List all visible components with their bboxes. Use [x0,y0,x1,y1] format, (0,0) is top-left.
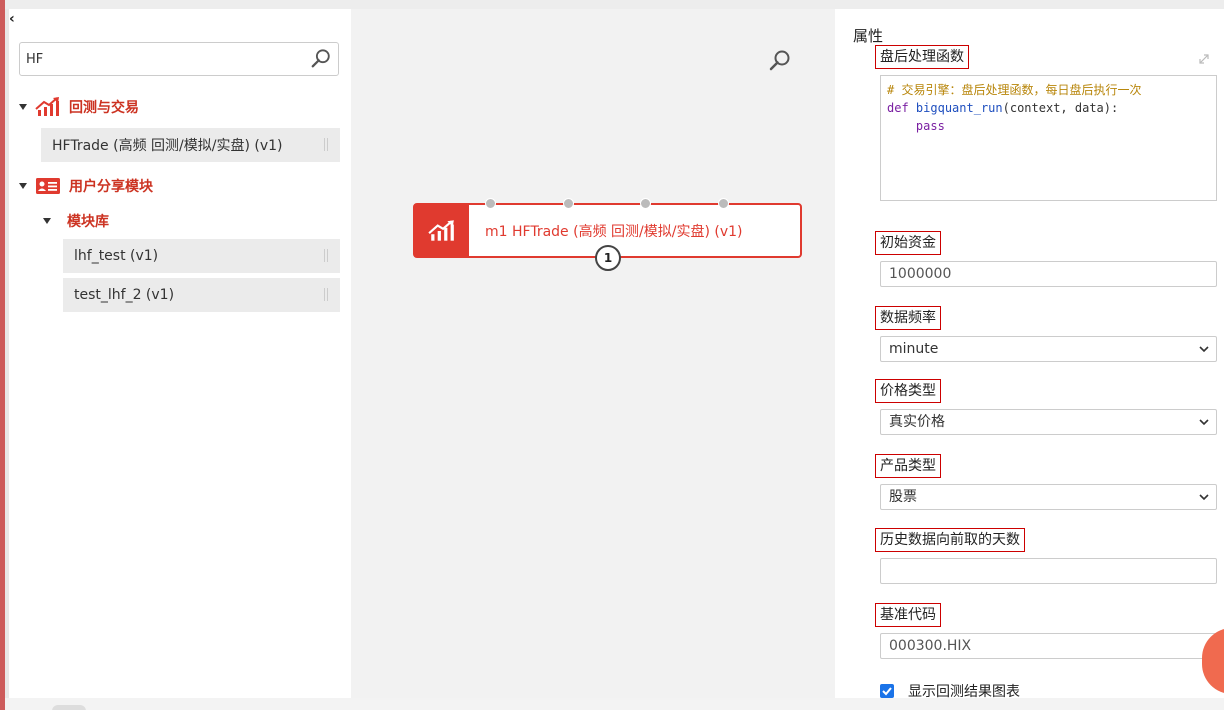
initial-capital-input[interactable]: 1000000 [880,261,1217,287]
chart-up-icon [415,205,469,256]
workflow-node-m1[interactable]: m1 HFTrade (高频 回测/模拟/实盘) (v1) 1 [413,198,802,271]
field-label-product-type: 产品类型 [875,454,941,478]
show-chart-checkbox[interactable] [880,684,894,698]
module-item-label: test_lhf_2 (v1) [74,287,175,303]
drag-handle-icon[interactable] [324,249,328,262]
input-port[interactable] [563,198,574,209]
properties-panel: 属性 盘后处理函数 # 交易引擎：盘后处理函数，每日盘后执行一次 def bigq… [835,9,1224,700]
code-editor[interactable]: # 交易引擎：盘后处理函数，每日盘后执行一次 def bigquant_run(c… [880,75,1217,201]
code-args: (context, data): [1002,101,1119,115]
id-card-icon [36,178,60,194]
field-label-initial-capital: 初始资金 [875,231,941,255]
search-icon[interactable] [768,49,792,73]
select-value: 股票 [889,489,917,505]
drag-handle-icon[interactable] [324,138,328,151]
product-type-select[interactable]: 股票 [880,484,1217,510]
module-item-label: lhf_test (v1) [74,248,159,264]
module-search [19,42,339,76]
scroll-handle[interactable] [52,705,86,710]
expand-triangle-icon[interactable] [19,104,27,110]
expand-triangle-icon[interactable] [43,218,51,224]
top-bar [5,0,1224,9]
data-frequency-select[interactable]: minute [880,336,1217,362]
module-panel: ‹ 回测与交易 HFTrade (高频 回测/模拟/实盘) (v1) [9,9,351,698]
code-function-name: bigquant_run [915,101,1003,115]
subgroup-label: 模块库 [67,214,109,230]
properties-title: 属性 [853,27,884,45]
module-item-test-lhf-2[interactable]: test_lhf_2 (v1) [63,278,340,312]
expand-icon[interactable] [1197,52,1211,66]
module-item-label: HFTrade (高频 回测/模拟/实盘) (v1) [52,138,283,154]
output-port[interactable]: 1 [595,245,621,271]
chevron-down-icon [1199,346,1209,353]
chevron-down-icon [1199,494,1209,501]
chart-up-icon [35,97,59,116]
price-type-select[interactable]: 真实价格 [880,409,1217,435]
node-label: m1 HFTrade (高频 回测/模拟/实盘) (v1) [485,224,743,240]
code-def-keyword: def [887,101,909,115]
select-value: 真实价格 [889,414,945,430]
subgroup-module-library[interactable]: 模块库 [43,211,109,231]
code-pass-keyword: pass [915,119,945,133]
field-label-price-type: 价格类型 [875,379,941,403]
collapse-panel-button[interactable]: ‹ [9,11,15,27]
group-label: 用户分享模块 [69,179,153,195]
module-search-input[interactable] [26,44,306,74]
search-icon[interactable] [310,48,332,70]
group-user-share[interactable]: 用户分享模块 [19,176,153,196]
app-root: ‹ 回测与交易 HFTrade (高频 回测/模拟/实盘) (v1) [0,0,1224,710]
group-label: 回测与交易 [69,100,139,116]
field-label-data-frequency: 数据频率 [875,306,941,330]
bottom-bar [5,698,1224,710]
history-days-input[interactable] [880,558,1217,584]
field-label-history-days: 历史数据向前取的天数 [875,528,1025,552]
input-port[interactable] [640,198,651,209]
input-port[interactable] [485,198,496,209]
expand-triangle-icon[interactable] [19,183,27,189]
field-label-benchmark: 基准代码 [875,603,941,627]
module-item-lhf-test[interactable]: lhf_test (v1) [63,239,340,273]
input-port[interactable] [718,198,729,209]
code-comment: # 交易引擎：盘后处理函数，每日盘后执行一次 [887,83,1142,97]
benchmark-input[interactable]: 000300.HIX [880,633,1217,659]
select-value: minute [889,341,939,357]
code-field-label: 盘后处理函数 [875,45,969,69]
left-edge-bar [0,0,5,710]
module-item-hftrade[interactable]: HFTrade (高频 回测/模拟/实盘) (v1) [41,128,340,162]
check-icon [882,687,892,696]
chevron-down-icon [1199,419,1209,426]
drag-handle-icon[interactable] [324,288,328,301]
group-backtest-trade[interactable]: 回测与交易 [19,97,139,117]
workflow-canvas[interactable]: m1 HFTrade (高频 回测/模拟/实盘) (v1) 1 [351,9,835,698]
